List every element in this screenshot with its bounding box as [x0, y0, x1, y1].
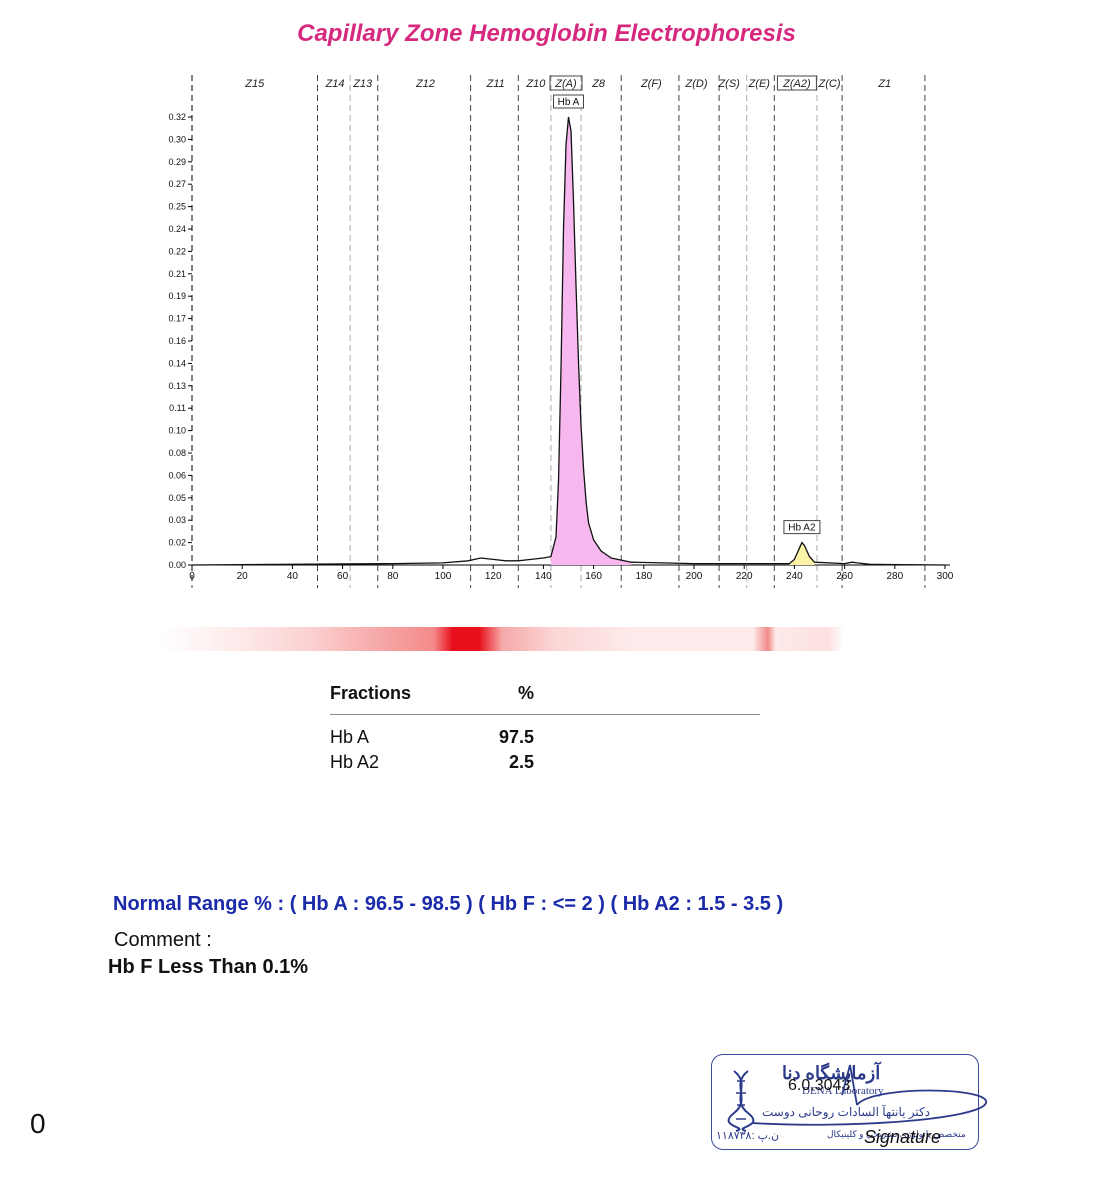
zone-label: Z(C)	[818, 78, 841, 90]
x-tick-label: 120	[485, 571, 502, 582]
electrophoresis-chart: Z15 Z14 Z13 Z12 Z11 Z10 Z(A) Z8 Z(F) Z(D) Z(S) Z(E)…	[168, 75, 954, 588]
fraction-name: Hb A	[330, 727, 370, 747]
zone-label: Z(E)	[748, 78, 771, 90]
normal-range: Normal Range % : ( Hb A : 96.5 - 98.5 ) …	[113, 893, 784, 915]
y-tick-label: 0.22	[168, 246, 186, 256]
y-tick-label: 0.29	[168, 157, 186, 167]
x-tick-label: 80	[387, 571, 399, 582]
x-tick-label: 60	[337, 571, 349, 582]
y-tick-label: 0.32	[168, 112, 186, 122]
y-tick-label: 0.21	[168, 269, 186, 279]
x-tick-label: 220	[736, 571, 753, 582]
comment-label: Comment :	[114, 929, 212, 951]
y-axis: 0.00 0.02 0.03 0.05 0.06 0.08 0.10 0.11 0.13 0.14…	[168, 75, 193, 585]
zone-label: Z10	[525, 78, 546, 90]
y-tick-label: 0.17	[168, 314, 186, 324]
x-tick-label: 180	[635, 571, 652, 582]
y-tick-label: 0.11	[169, 403, 186, 413]
y-tick-label: 0.19	[168, 291, 186, 301]
x-tick-label: 260	[836, 571, 853, 582]
x-tick-label: 0	[189, 571, 195, 582]
zone-label: Z(A)	[554, 78, 577, 90]
electrophoresis-band-strip	[160, 627, 920, 651]
fractions-table: Fractions % Hb A 97.5 Hb A2 2.5	[330, 680, 760, 775]
peak-label: Hb A	[558, 97, 580, 108]
zone-labels: Z15 Z14 Z13 Z12 Z11 Z10 Z(A) Z8 Z(F) Z(D) Z(S) Z(E)…	[244, 75, 891, 91]
page-number: 0	[30, 1108, 46, 1139]
y-tick-label: 0.10	[168, 426, 186, 436]
y-tick-label: 0.16	[168, 336, 186, 346]
hb-a-peak-area	[550, 117, 632, 565]
zone-label: Z(F)	[640, 78, 662, 90]
fractions-header-value: %	[517, 682, 534, 703]
y-tick-label: 0.05	[168, 493, 186, 503]
y-tick-label: 0.27	[168, 179, 186, 189]
y-tick-label: 0.13	[168, 381, 186, 391]
hb-a2-peak-area	[789, 542, 815, 565]
zone-label: Z(D)	[685, 78, 708, 90]
y-tick-label: 0.06	[168, 470, 186, 480]
table-row: Hb A2 2.5	[330, 750, 760, 775]
zone-label: Z(S)	[717, 78, 740, 90]
y-tick-label: 0.08	[168, 448, 186, 458]
fraction-value: 97.5	[498, 727, 534, 747]
x-tick-label: 240	[786, 571, 803, 582]
x-tick-label: 100	[435, 571, 452, 582]
x-tick-label: 160	[585, 571, 602, 582]
y-tick-label: 0.02	[168, 538, 186, 548]
signature-scribble	[751, 1064, 987, 1126]
peak-label: Hb A2	[788, 523, 816, 534]
x-tick-label: 20	[237, 571, 249, 582]
zone-label: Z13	[352, 78, 373, 90]
fraction-name: Hb A2	[330, 752, 380, 772]
table-row: Hb A 97.5	[330, 725, 760, 750]
x-tick-label: 200	[686, 571, 703, 582]
zone-label: Z14	[325, 78, 345, 90]
zone-label: Z(A2)	[782, 78, 811, 90]
y-tick-label: 0.24	[168, 224, 186, 234]
lab-stamp: آزمایشگاه دنا DENA Laboratory دکتر یانته…	[711, 1054, 987, 1150]
x-tick-label: 300	[937, 571, 954, 582]
zone-label: Z12	[415, 78, 435, 90]
peak-labels: Hb A Hb A2	[553, 94, 821, 535]
zone-label: Z8	[591, 78, 606, 90]
band-gradient	[160, 627, 920, 651]
y-tick-label: 0.30	[168, 134, 186, 144]
comment-text: Hb F Less Than 0.1%	[108, 956, 309, 978]
x-tick-label: 280	[886, 571, 903, 582]
y-tick-label: 0.14	[168, 358, 186, 368]
y-tick-label: 0.25	[168, 202, 186, 212]
zone-label: Z15	[244, 78, 265, 90]
fraction-value: 2.5	[508, 752, 534, 772]
curve-layer	[191, 116, 946, 566]
x-tick-label: 40	[287, 571, 299, 582]
fractions-header-name: Fractions	[330, 682, 412, 703]
y-tick-label: 0.00	[168, 560, 186, 570]
zone-label: Z11	[486, 78, 505, 90]
fractions-header: Fractions %	[330, 680, 760, 715]
x-axis: 0 20 40 60 80 100 120 140 160 180 200 220 240 260 280 3…	[189, 564, 954, 582]
x-tick-label: 140	[535, 571, 552, 582]
y-tick-label: 0.03	[168, 515, 186, 525]
zone-label: Z1	[877, 78, 891, 90]
